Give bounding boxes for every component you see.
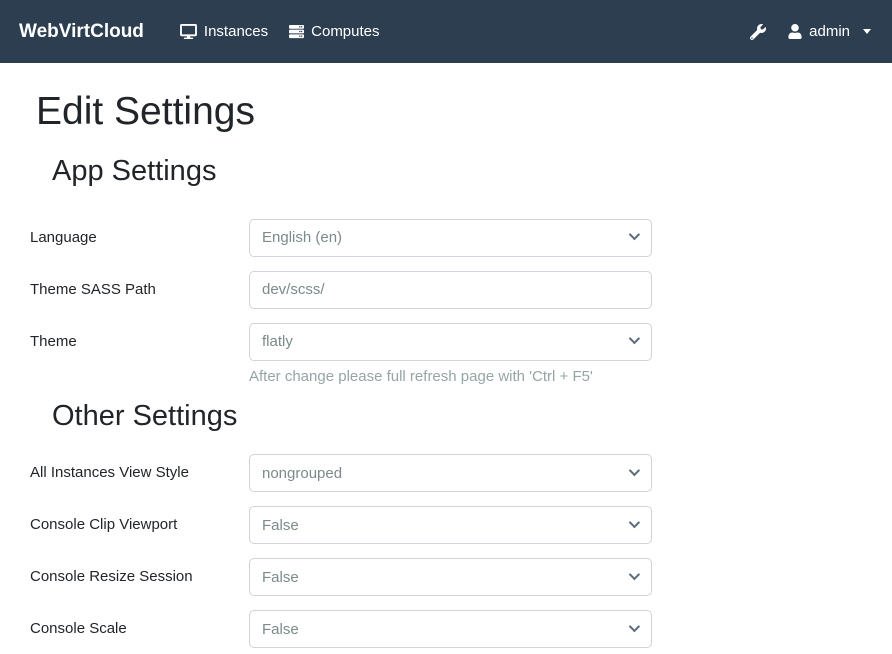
- field-label: Console Scale: [30, 610, 249, 637]
- chevron-down-icon: [629, 229, 640, 240]
- select-value: nongrouped: [262, 465, 342, 482]
- page-title: Edit Settings: [36, 89, 892, 136]
- server-icon: [289, 24, 304, 39]
- chevron-down-icon: [629, 465, 640, 476]
- field-label: Console Clip Viewport: [30, 506, 249, 533]
- field-row-language: Language English (en): [30, 219, 892, 257]
- top-navbar: WebVirtCloud Instances Computes admin: [0, 0, 892, 63]
- field-control: English (en): [249, 219, 652, 257]
- language-select[interactable]: English (en): [249, 219, 652, 257]
- field-label: Theme: [30, 323, 249, 350]
- theme-select[interactable]: flatly: [249, 323, 652, 361]
- field-control: False: [249, 610, 652, 648]
- field-row-all-instances-view-style: All Instances View Style nongrouped: [30, 454, 892, 492]
- field-control: [249, 271, 652, 309]
- select-value: False: [262, 569, 299, 586]
- console-scale-select[interactable]: False: [249, 610, 652, 648]
- desktop-icon: [180, 24, 197, 39]
- chevron-down-icon: [863, 29, 871, 34]
- field-row-console-resize-session: Console Resize Session False: [30, 558, 892, 596]
- brand-logo[interactable]: WebVirtCloud: [19, 21, 144, 43]
- settings-form: App Settings Language English (en) Theme SA…: [0, 154, 892, 649]
- field-row-console-clip-viewport: Console Clip Viewport False: [30, 506, 892, 544]
- field-control: nongrouped: [249, 454, 652, 492]
- wrench-icon: [750, 24, 766, 40]
- nav-item-computes[interactable]: Computes: [289, 23, 379, 40]
- user-name: admin: [809, 23, 850, 40]
- all-instances-view-style-select[interactable]: nongrouped: [249, 454, 652, 492]
- settings-wrench-button[interactable]: [750, 24, 766, 40]
- console-clip-viewport-select[interactable]: False: [249, 506, 652, 544]
- chevron-down-icon: [629, 621, 640, 632]
- theme-sass-path-input[interactable]: [249, 271, 652, 309]
- navbar-right: admin: [750, 23, 871, 40]
- field-label: Console Resize Session: [30, 558, 249, 585]
- field-row-console-scale: Console Scale False: [30, 610, 892, 648]
- field-row-theme-sass-path: Theme SASS Path: [30, 271, 892, 309]
- select-value: flatly: [262, 333, 293, 350]
- nav-item-label: Instances: [204, 23, 268, 40]
- nav-item-label: Computes: [311, 23, 379, 40]
- main-content: Edit Settings App Settings Language Englis…: [0, 89, 892, 648]
- field-label: All Instances View Style: [30, 454, 249, 481]
- select-value: English (en): [262, 229, 342, 246]
- field-control: False: [249, 558, 652, 596]
- select-value: False: [262, 517, 299, 534]
- section-title-app-settings: App Settings: [52, 154, 892, 189]
- field-label: Language: [30, 219, 249, 246]
- section-title-other-settings: Other Settings: [52, 399, 892, 434]
- help-text: After change please full refresh page wi…: [249, 368, 652, 385]
- chevron-down-icon: [629, 333, 640, 344]
- field-label: Theme SASS Path: [30, 271, 249, 298]
- user-menu[interactable]: admin: [788, 23, 871, 40]
- chevron-down-icon: [629, 569, 640, 580]
- user-icon: [788, 24, 802, 39]
- select-value: False: [262, 621, 299, 638]
- field-control: flatly After change please full refresh p…: [249, 323, 652, 385]
- nav-item-instances[interactable]: Instances: [180, 23, 268, 40]
- field-row-theme: Theme flatly After change please full refr…: [30, 323, 892, 385]
- field-control: False: [249, 506, 652, 544]
- console-resize-session-select[interactable]: False: [249, 558, 652, 596]
- chevron-down-icon: [629, 517, 640, 528]
